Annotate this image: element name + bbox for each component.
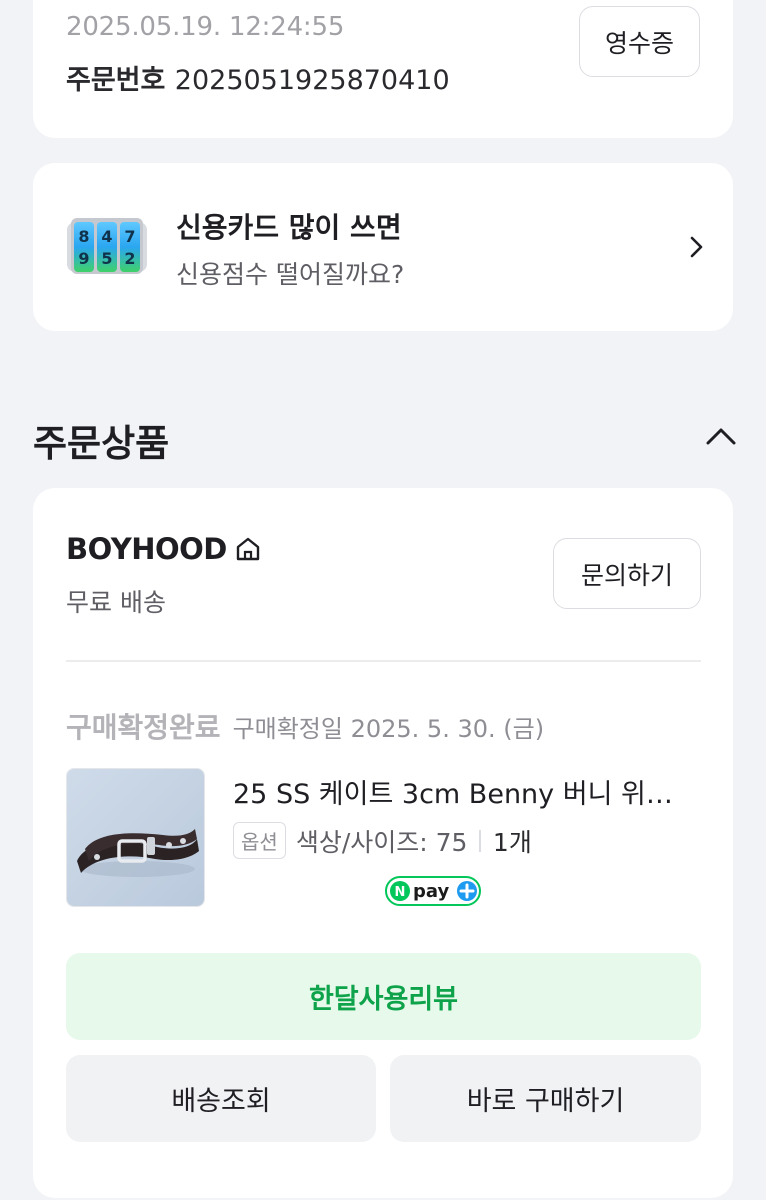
svg-text:8: 8 (78, 227, 89, 246)
promo-subtitle: 신용점수 떨어질까요? (176, 260, 405, 289)
order-number-row: 주문번호 2025051925870410 (66, 58, 450, 97)
product-name[interactable]: 25 SS 케이트 3cm Benny 버니 위… (233, 772, 693, 811)
promo-banner[interactable]: 8 4 7 9 5 2 신용카드 많이 쓰면 신용점수 떨어질까요? (33, 163, 733, 331)
store-name: BOYHOOD (66, 532, 227, 566)
chevron-right-icon (690, 236, 703, 258)
number-lock-dial-icon: 8 4 7 9 5 2 (67, 218, 147, 274)
npay-plus-icon: N pay (385, 876, 481, 906)
section-title: 주문상품 (33, 422, 170, 465)
promo-title: 신용카드 많이 쓰면 (176, 211, 402, 244)
svg-text:4: 4 (101, 227, 112, 246)
order-info-card: 2025.05.19. 12:24:55 주문번호 20250519258704… (33, 0, 733, 138)
option-badge: 옵션 (233, 822, 286, 859)
svg-text:9: 9 (78, 249, 89, 268)
svg-text:7: 7 (124, 227, 135, 246)
belt-image (67, 769, 204, 906)
monthly-review-button[interactable]: 한달사용리뷰 (66, 953, 701, 1040)
status-row: 구매확정완료 구매확정일 2025. 5. 30. (금) (66, 706, 544, 746)
option-value: 색상/사이즈: 75 (295, 827, 468, 857)
svg-text:5: 5 (101, 249, 112, 268)
order-datetime: 2025.05.19. 12:24:55 (66, 12, 345, 42)
shipping-info: 무료 배송 (66, 588, 166, 617)
chevron-up-icon[interactable] (704, 424, 738, 448)
svg-text:pay: pay (413, 881, 449, 902)
confirm-date: 구매확정일 2025. 5. 30. (금) (232, 715, 545, 743)
option-row: 옵션 색상/사이즈: 75 1개 (233, 822, 532, 859)
order-number: 2025051925870410 (174, 65, 450, 96)
inquiry-button[interactable]: 문의하기 (553, 538, 701, 609)
svg-text:N: N (395, 885, 406, 900)
divider (66, 660, 701, 662)
quantity: 1개 (492, 827, 532, 857)
home-icon (236, 537, 260, 561)
track-shipment-button[interactable]: 배송조회 (66, 1055, 376, 1142)
svg-text:2: 2 (124, 249, 135, 268)
order-status: 구매확정완료 (66, 711, 221, 744)
order-number-label: 주문번호 (66, 65, 166, 96)
buy-now-button[interactable]: 바로 구매하기 (390, 1055, 701, 1142)
order-product-card: BOYHOOD 무료 배송 문의하기 구매확정완료 구매확정일 2025. 5.… (33, 488, 733, 1198)
separator (479, 829, 481, 852)
store-name-row[interactable]: BOYHOOD (66, 532, 263, 566)
product-thumbnail[interactable] (66, 768, 205, 907)
receipt-button[interactable]: 영수증 (579, 6, 700, 77)
